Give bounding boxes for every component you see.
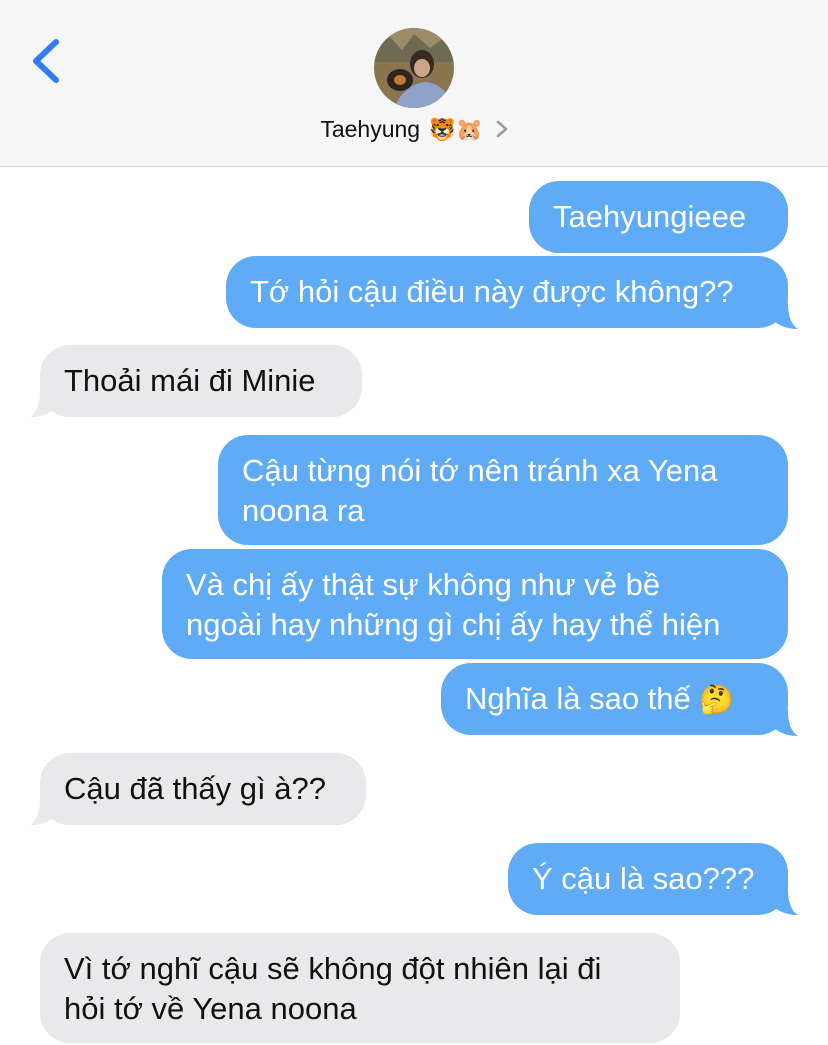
message-bubble-incoming[interactable]: Vì tớ nghĩ cậu sẽ không đột nhiên lại đi… bbox=[40, 933, 680, 1043]
bubble-tail bbox=[770, 710, 798, 736]
message-text: Ý cậu là sao??? bbox=[532, 861, 755, 896]
message-bubble-outgoing[interactable]: Cậu từng nói tớ nên tránh xa Yena noona … bbox=[218, 435, 788, 545]
message-text: Tớ hỏi cậu điều này được không?? bbox=[250, 274, 734, 309]
message-text-line: ngoài hay những gì chị ấy hay thể hiện bbox=[186, 607, 721, 642]
message-text-line: Cậu từng nói tớ nên tránh xa Yena bbox=[242, 453, 718, 488]
message-text: Nghĩa là sao thế bbox=[465, 681, 691, 716]
contact-avatar[interactable] bbox=[374, 28, 454, 108]
message-text: Thoải mái đi Minie bbox=[64, 363, 316, 398]
message-bubble-outgoing[interactable]: Taehyungieee bbox=[529, 181, 788, 253]
message-bubble-outgoing[interactable]: Nghĩa là sao thế 🤔 bbox=[441, 663, 788, 735]
message-text-line: Vì tớ nghĩ cậu sẽ không đột nhiên lại đi bbox=[64, 951, 602, 986]
message-text: Cậu đã thấy gì à?? bbox=[64, 771, 326, 806]
message-bubble-outgoing[interactable]: Ý cậu là sao??? bbox=[508, 843, 788, 915]
message-bubble-outgoing[interactable]: Tớ hỏi cậu điều này được không?? bbox=[226, 256, 788, 328]
message-bubble-incoming[interactable]: Cậu đã thấy gì à?? bbox=[40, 753, 366, 825]
chevron-right-icon bbox=[496, 120, 507, 138]
message-bubble-outgoing[interactable]: Và chị ấy thật sự không như vẻ bề ngoài … bbox=[162, 549, 788, 659]
back-button[interactable] bbox=[28, 38, 68, 84]
message-thread: Taehyungieee Tớ hỏi cậu điều này được kh… bbox=[0, 167, 828, 1045]
message-text-line: noona ra bbox=[242, 493, 365, 528]
message-text: Taehyungieee bbox=[553, 199, 747, 234]
contact-name: Taehyung bbox=[320, 116, 421, 142]
contact-emojis: 🐯🐹 bbox=[428, 118, 484, 143]
thinking-face-emoji: 🤔 bbox=[699, 683, 735, 716]
avatar-photo bbox=[374, 28, 454, 108]
contact-name-button[interactable]: Taehyung 🐯🐹 bbox=[0, 116, 828, 143]
message-text-line: Và chị ấy thật sự không như vẻ bề bbox=[186, 567, 661, 602]
conversation-header: Taehyung 🐯🐹 bbox=[0, 0, 828, 167]
bubble-tail bbox=[30, 799, 58, 825]
chevron-left-icon bbox=[33, 39, 59, 83]
bubble-tail bbox=[30, 391, 58, 417]
bubble-tail bbox=[770, 889, 798, 915]
message-text-line: hỏi tớ về Yena noona bbox=[64, 991, 357, 1026]
message-bubble-incoming[interactable]: Thoải mái đi Minie bbox=[40, 345, 362, 417]
bubble-tail bbox=[770, 303, 798, 329]
